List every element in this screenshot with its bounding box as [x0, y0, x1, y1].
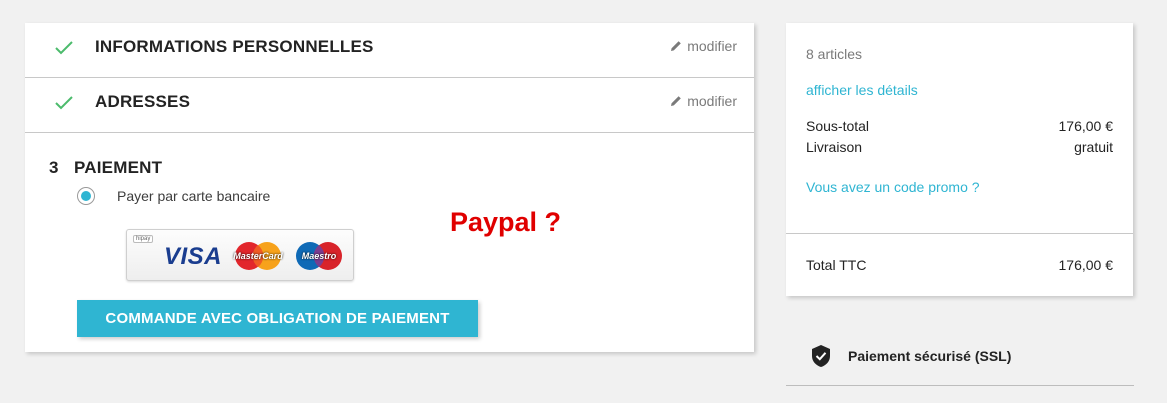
step-addresses[interactable]: ADRESSES modifier [25, 78, 754, 133]
shield-check-icon [812, 345, 830, 367]
subtotal-value: 176,00 € [1058, 118, 1114, 134]
step-title-addresses: ADRESSES [95, 92, 191, 111]
edit-label: modifier [687, 38, 737, 54]
total-label: Total TTC [806, 257, 867, 273]
total-row: Total TTC 176,00 € [806, 257, 1113, 273]
card-logos: hipay VISA MasterCard Maestro [126, 229, 354, 281]
paypal-annotation: Paypal ? [450, 207, 562, 237]
step-title-personal-info: INFORMATIONS PERSONNELLES [95, 37, 374, 56]
card-payment-label[interactable]: Payer par carte bancaire [117, 188, 270, 204]
secure-payment-label: Paiement sécurisé (SSL) [848, 348, 1012, 364]
edit-label: modifier [687, 93, 737, 109]
edit-personal-info-link[interactable]: modifier [670, 38, 737, 54]
subtotal-row: Sous-total 176,00 € [806, 118, 1113, 134]
pencil-icon [671, 96, 682, 106]
secure-divider [786, 385, 1134, 386]
visa-logo: VISA [164, 243, 223, 270]
maestro-logo: Maestro [294, 241, 344, 271]
summary-divider [786, 233, 1133, 234]
submit-order-button[interactable]: COMMANDE AVEC OBLIGATION DE PAIEMENT [77, 300, 478, 337]
show-details-link[interactable]: afficher les détails [806, 82, 918, 98]
step-personal-info[interactable]: INFORMATIONS PERSONNELLES modifier [25, 23, 754, 78]
pencil-icon [671, 41, 682, 51]
cart-summary: 8 articles afficher les détails Sous-tot… [786, 23, 1133, 296]
hipay-logo: hipay [133, 235, 154, 243]
edit-addresses-link[interactable]: modifier [670, 93, 737, 109]
mastercard-text: MasterCard [233, 251, 283, 261]
article-count: 8 articles [806, 46, 863, 62]
total-value: 176,00 € [1058, 257, 1114, 273]
shipping-row: Livraison gratuit [806, 139, 1113, 155]
check-icon [55, 41, 73, 55]
mastercard-logo: MasterCard [233, 241, 283, 271]
shipping-label: Livraison [806, 139, 863, 155]
checkout-panel: INFORMATIONS PERSONNELLES modifier ADRES… [25, 23, 754, 352]
payment-step-number: 3 [49, 158, 59, 177]
maestro-text: Maestro [301, 251, 337, 261]
card-payment-radio[interactable] [77, 187, 95, 205]
shipping-value: gratuit [1074, 139, 1113, 155]
check-icon [55, 96, 73, 110]
subtotal-label: Sous-total [806, 118, 870, 134]
secure-payment-badge [810, 344, 832, 368]
promo-code-link[interactable]: Vous avez un code promo ? [806, 179, 980, 195]
payment-step-title: PAIEMENT [74, 158, 163, 177]
